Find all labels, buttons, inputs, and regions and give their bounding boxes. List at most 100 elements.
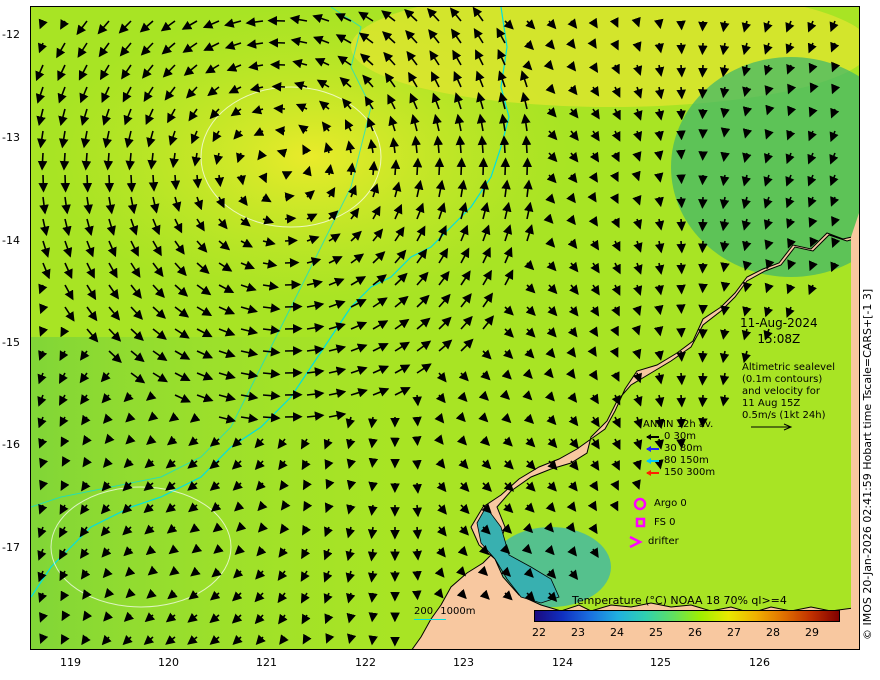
- velocity-arrow: [676, 20, 686, 31]
- velocity-arrow: [412, 394, 422, 407]
- velocity-arrow: [148, 174, 159, 192]
- velocity-arrow: [82, 174, 93, 193]
- scale-arrow-icon: [751, 423, 793, 431]
- depth-legend: 200 1000m: [414, 606, 475, 620]
- velocity-arrow: [270, 60, 286, 70]
- marker-legend: Argo 0 FS 0 drifter: [628, 494, 687, 551]
- velocity-arrow: [477, 135, 488, 154]
- velocity-arrow: [698, 64, 708, 78]
- velocity-arrow: [368, 160, 379, 176]
- velocity-arrow: [676, 174, 686, 185]
- velocity-arrow: [412, 526, 423, 540]
- velocity-arrow: [368, 635, 378, 646]
- marker-row: Argo 0: [628, 494, 687, 513]
- velocity-arrow: [676, 42, 686, 55]
- velocity-arrow: [698, 394, 708, 408]
- velocity-arrow: [676, 86, 686, 100]
- velocity-arrow: [698, 174, 708, 186]
- velocity-arrow: [676, 218, 686, 232]
- velocity-arrow: [676, 394, 687, 408]
- velocity-arrow: [478, 157, 489, 176]
- velocity-arrow: [412, 590, 422, 601]
- velocity-arrow: [37, 152, 48, 171]
- arrow-icon: [646, 470, 659, 476]
- velocity-arrow: [60, 174, 71, 193]
- colorbar-label: 26: [688, 626, 702, 639]
- lat-tick: -12: [2, 28, 20, 41]
- arrow-icon: [646, 458, 659, 464]
- velocity-arrow: [170, 174, 181, 191]
- velocity-arrow: [676, 64, 687, 78]
- velocity-arrow: [698, 108, 708, 120]
- time-text: 15:08Z: [757, 332, 801, 346]
- lat-tick: -16: [2, 438, 20, 451]
- lat-tick: -13: [2, 131, 20, 144]
- velocity-arrow: [698, 20, 708, 32]
- velocity-arrow: [368, 438, 378, 449]
- chevron-icon: [629, 535, 643, 548]
- lat-tick: -14: [2, 234, 20, 247]
- lon-tick: 123: [453, 656, 474, 669]
- colorbar-label: 27: [727, 626, 741, 639]
- velocity-arrow: [676, 262, 686, 275]
- velocity-arrow: [284, 236, 298, 246]
- anmn-label: 80 150m: [664, 455, 709, 466]
- colorbar-label: 25: [649, 626, 663, 639]
- velocity-arrow: [284, 279, 302, 290]
- velocity-arrow: [284, 192, 295, 202]
- marker-row: drifter: [628, 532, 687, 551]
- velocity-arrow: [698, 350, 708, 363]
- velocity-arrow: [676, 284, 686, 295]
- velocity-arrow: [271, 82, 286, 92]
- colorbar-label: 29: [805, 626, 819, 639]
- anmn-row: 150 300m: [643, 467, 715, 479]
- velocity-arrow: [412, 548, 422, 561]
- velocity-arrow: [390, 159, 401, 176]
- velocity-arrow: [192, 174, 203, 189]
- anmn-row: 0 30m: [643, 431, 715, 443]
- lon-tick: 119: [60, 656, 81, 669]
- colorbar-label: 24: [610, 626, 624, 639]
- velocity-arrow: [368, 612, 379, 623]
- velocity-arrow: [412, 504, 423, 518]
- velocity-arrow: [412, 570, 422, 581]
- velocity-arrow: [456, 157, 467, 176]
- velocity-arrow: [412, 459, 422, 470]
- velocity-arrow: [59, 152, 70, 171]
- depth-1000: 1000m: [440, 606, 476, 617]
- velocity-arrow: [720, 127, 731, 138]
- velocity-arrow: [412, 416, 422, 427]
- velocity-arrow: [273, 104, 286, 114]
- velocity-arrow: [676, 196, 686, 209]
- velocity-arrow: [676, 327, 686, 338]
- marker-label: Argo 0: [654, 498, 687, 509]
- lon-tick: 120: [158, 656, 179, 669]
- velocity-arrow: [368, 457, 379, 468]
- velocity-arrow: [698, 372, 708, 386]
- velocity-arrow: [698, 196, 708, 209]
- altimetry-note: Altimetric sealevel (0.1m contours) and …: [742, 362, 835, 436]
- sst-map-canvas: [31, 7, 859, 649]
- depth-legend-line: [414, 619, 446, 620]
- velocity-arrow: [284, 301, 303, 312]
- anmn-label: 150 300m: [664, 467, 716, 478]
- date-label: 11-Aug-2024 15:08Z: [740, 315, 818, 347]
- velocity-arrow: [698, 86, 708, 99]
- velocity-arrow: [411, 435, 422, 446]
- colorbar-label: 28: [766, 626, 780, 639]
- velocity-arrow: [676, 108, 686, 121]
- anmn-row: 80 150m: [643, 455, 715, 467]
- anmn-title: ANMN 12h av.: [643, 419, 714, 430]
- altimetry-line: and velocity for: [742, 386, 821, 397]
- anmn-label: 0 30m: [664, 431, 697, 442]
- velocity-arrow: [698, 262, 708, 274]
- colorbar: [534, 610, 840, 622]
- anmn-label: 30 80m: [664, 443, 703, 454]
- altimetry-line: 0.5m/s (1kt 24h): [742, 410, 826, 421]
- land-edge-east: [851, 213, 859, 649]
- lon-tick: 125: [650, 656, 671, 669]
- velocity-arrow: [698, 240, 708, 254]
- velocity-arrow: [284, 258, 300, 268]
- velocity-arrow: [522, 157, 533, 176]
- arrow-icon: [646, 446, 659, 452]
